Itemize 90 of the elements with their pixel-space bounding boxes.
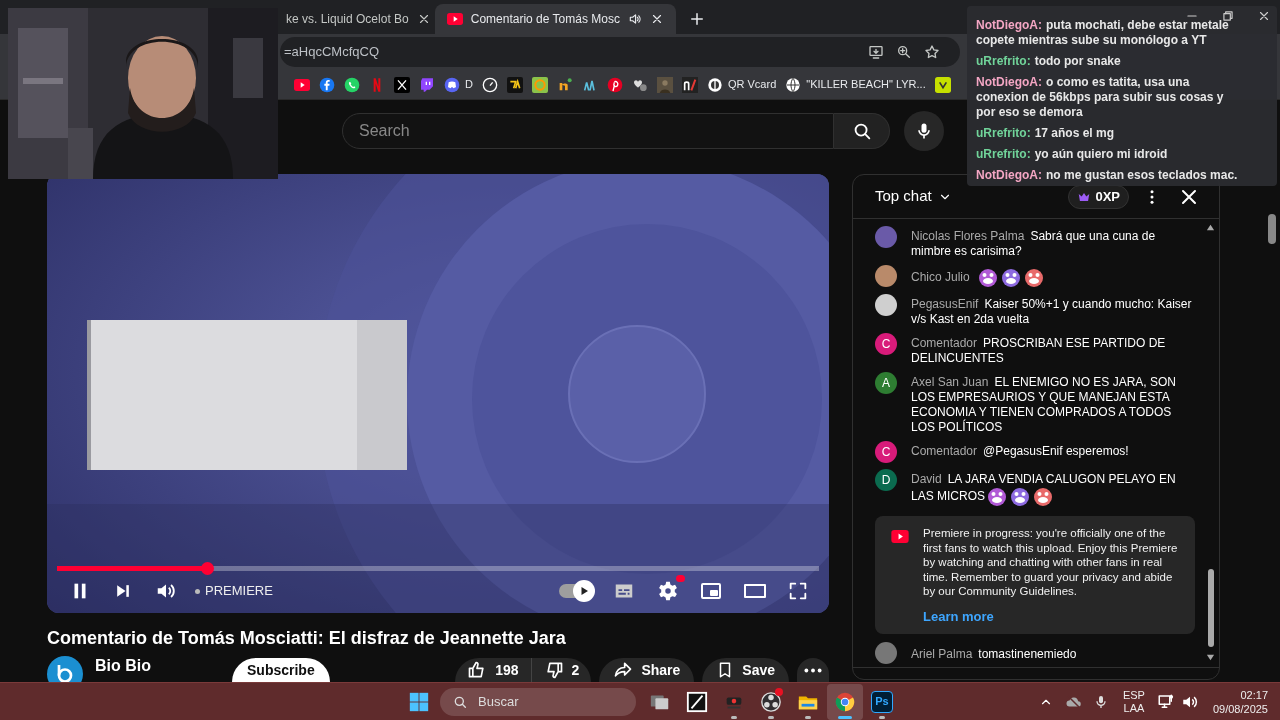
chat-message: uRrefrito: yo aún quiero mi idroid bbox=[976, 147, 1169, 162]
search-field[interactable]: Search bbox=[342, 113, 834, 149]
chat-message: Comentador @PegasusEnif esperemos! bbox=[911, 443, 1129, 459]
address-bar[interactable]: =aHqcCMcfqCQ bbox=[280, 37, 960, 67]
microphone-button[interactable] bbox=[904, 111, 944, 151]
premiere-label: PREMIERE bbox=[205, 582, 273, 601]
chat-message: uRrefrito: 17 años el mg bbox=[976, 126, 1116, 141]
learn-more-link[interactable]: Learn more bbox=[923, 606, 1185, 627]
chat-message: Nicolas Flores Palma Sabrá que una cuna de mimbre es carisima? bbox=[911, 228, 1157, 259]
channel-avatar-icon[interactable] bbox=[47, 656, 83, 682]
browser-tab[interactable]: Comentario de Tomás Mosc bbox=[434, 4, 676, 34]
scroll-up-icon[interactable] bbox=[1206, 223, 1215, 232]
chat-message: Axel San Juan EL ENEMIGO NO ES JARA, SON LOS EMPRESAURIOS Y QUE MANEJAN ESTA ECONOMIA Y TIENEN COMPRADOS A TODOS LOS POLÍTICOS bbox=[911, 374, 1177, 435]
chat-message: NotDiegoA: o como es tatita, usa una conexion de 56kbps para subir sus cosas y por eso se demora bbox=[976, 75, 1225, 120]
tab-title: Comentario de Tomás Mosc bbox=[470, 11, 620, 28]
circles-logo-icon bbox=[760, 690, 782, 713]
photo-thumbnail-icon[interactable] bbox=[656, 76, 673, 93]
settings-button[interactable] bbox=[657, 580, 679, 602]
x-icon[interactable] bbox=[394, 76, 410, 93]
bookmark-item[interactable]: QR Vcard bbox=[706, 72, 777, 97]
search-button[interactable] bbox=[834, 113, 890, 149]
pin-icon[interactable] bbox=[606, 76, 623, 93]
bookmark-item[interactable]: D bbox=[444, 72, 473, 97]
youtube-icon bbox=[891, 530, 909, 543]
chat-message: David LA JARA VENDIA CALUGON PELAYO EN LAS MICROS bbox=[911, 469, 1195, 507]
square-logo-icon[interactable] bbox=[934, 76, 951, 93]
more-button[interactable] bbox=[797, 658, 829, 682]
speaker-icon[interactable] bbox=[627, 12, 642, 26]
avatar: C bbox=[875, 333, 897, 355]
hd-badge-icon bbox=[676, 575, 685, 582]
youtube-icon[interactable] bbox=[294, 76, 310, 93]
chat-message: NotDiegoA: puta mochati, debe estar metale copete mientras sube su monólogo a YT bbox=[976, 18, 1230, 48]
chat-message: Comentador PROSCRIBAN ESE PARTIDO DE DELINCUENTES bbox=[911, 335, 1167, 366]
like-button[interactable]: 198 bbox=[455, 658, 531, 682]
globe-icon bbox=[785, 76, 802, 93]
globe-icon bbox=[706, 76, 723, 93]
subscribe-button[interactable]: Subscribe bbox=[232, 658, 330, 682]
channel-name[interactable]: Bio Bio bbox=[95, 657, 151, 675]
video-title: Comentario de Tomás Mosciatti: El disfraz de Jeannette Jara bbox=[47, 627, 567, 649]
emote-icon bbox=[1033, 487, 1053, 507]
emote-icon bbox=[1023, 268, 1044, 288]
page-scrollbar-thumb[interactable] bbox=[1268, 214, 1276, 244]
bookmark-star-icon[interactable] bbox=[924, 44, 940, 60]
chat-author[interactable]: Chico Julio bbox=[911, 270, 970, 285]
save-button[interactable]: Save bbox=[702, 658, 789, 682]
speech-icon[interactable] bbox=[419, 76, 435, 93]
emote-icon bbox=[1000, 268, 1021, 288]
emote-icon bbox=[987, 487, 1007, 507]
chat-message: uRrefrito: todo por snake bbox=[976, 54, 1122, 69]
chat-mode-dropdown[interactable]: Top chat bbox=[875, 185, 952, 208]
zoom-icon[interactable] bbox=[896, 44, 912, 60]
chat-message: Ariel Palma tomastinenemiedo bbox=[911, 646, 1077, 663]
notice-text: Premiere in progress: you're officially one of the first fans to watch this upload. Enjoy this Premiere by watching and chatting with other fans in real time. Remember to guard your privacy and abide by our Community Guidelines. bbox=[923, 526, 1179, 599]
square-logo-icon[interactable] bbox=[506, 76, 523, 93]
chat-bubble-icon[interactable] bbox=[344, 76, 360, 93]
scroll-down-icon[interactable] bbox=[1206, 653, 1215, 662]
square-logo-icon[interactable] bbox=[681, 76, 698, 93]
gauge-icon[interactable] bbox=[481, 76, 498, 93]
clock[interactable]: 02:17 09/08/2025 bbox=[1212, 687, 1268, 716]
points-badge[interactable]: 0XP bbox=[1068, 184, 1129, 209]
youtube-icon bbox=[446, 13, 463, 25]
language-indicator[interactable]: ESP LAA bbox=[1122, 688, 1145, 715]
install-icon[interactable] bbox=[868, 44, 884, 60]
avatar: C bbox=[875, 441, 897, 463]
more-icon bbox=[804, 667, 822, 673]
browser-logo-icon bbox=[834, 690, 856, 713]
taskbar-app-button[interactable]: Ps bbox=[864, 683, 900, 720]
share-icon bbox=[613, 660, 634, 680]
fullscreen-button[interactable] bbox=[787, 580, 809, 602]
taskbar-search-field[interactable]: Buscar bbox=[440, 687, 636, 716]
ring-icon[interactable] bbox=[531, 76, 548, 93]
slash-logo-icon bbox=[686, 690, 708, 713]
bookmark-item[interactable]: "KILLER BEACH" LYR... bbox=[785, 72, 926, 97]
scrollbar-thumb[interactable] bbox=[1208, 569, 1214, 647]
emote-icon bbox=[1010, 487, 1030, 507]
chat-message: PegasusEnif Kaiser 50%+1 y cuando mucho: Kaiser v/s Kast en 2da vuelta bbox=[911, 296, 1193, 327]
tab-title: ke vs. Liquid Ocelot Bo bbox=[286, 11, 409, 28]
url-text: =aHqcCMcfqCQ bbox=[284, 43, 380, 62]
network-icon[interactable] bbox=[1156, 692, 1175, 711]
facebook-icon[interactable] bbox=[319, 76, 335, 93]
avatar: A bbox=[875, 372, 897, 394]
gamepad-icon bbox=[444, 76, 460, 93]
browser-tab[interactable]: ke vs. Liquid Ocelot Bo bbox=[282, 4, 435, 34]
share-button[interactable]: Share bbox=[599, 658, 695, 682]
emote-icon bbox=[977, 268, 998, 288]
start-button[interactable] bbox=[408, 690, 430, 713]
taskbar-app-button[interactable] bbox=[827, 683, 863, 720]
avatar: D bbox=[875, 469, 897, 491]
chat-message: NotDiegoA: no me gustan esos teclados mac. bbox=[976, 168, 1239, 183]
close-icon[interactable] bbox=[1257, 9, 1271, 23]
